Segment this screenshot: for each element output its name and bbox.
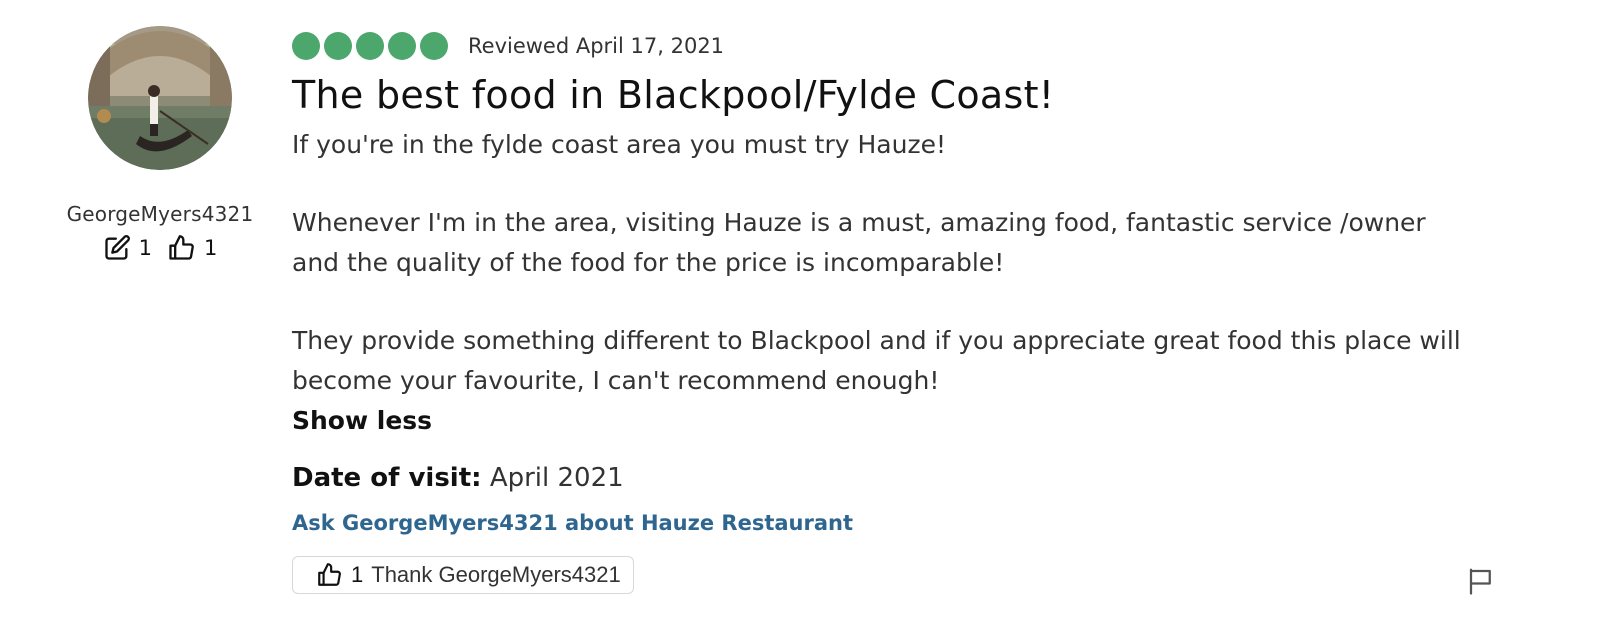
rating-bubble-icon [324,32,352,60]
date-of-visit-value: April 2021 [489,463,624,493]
contributions-count: 1 [138,236,152,260]
rating-bubble-icon [388,32,416,60]
reviewer-profile: GeorgeMyers4321 1 1 [60,26,260,262]
rating-bubble-icon [292,32,320,60]
rating-bubble-icon [356,32,384,60]
review-card: Reviewed April 17, 2021 The best food in… [292,30,1552,594]
date-of-visit: Date of visit: April 2021 [292,458,1552,498]
contributions-stat: 1 [103,234,152,262]
ask-reviewer-link[interactable]: Ask GeorgeMyers4321 about Hauze Restaura… [292,508,853,538]
reviewer-stats: 1 1 [60,234,260,262]
review-title[interactable]: The best food in Blackpool/Fylde Coast! [292,71,1552,119]
avatar[interactable] [88,26,232,170]
thumbs-up-icon [169,235,194,260]
review-body: If you're in the fylde coast area you mu… [292,125,1472,441]
reviewer-username[interactable]: GeorgeMyers4321 [60,202,260,226]
review-paragraph: Whenever I'm in the area, visiting Hauze… [292,208,1426,277]
helpful-votes-stat: 1 [166,234,217,262]
thank-count: 1 [351,562,364,587]
thumbs-up-icon [318,563,341,586]
edit-icon [104,235,130,260]
reviewed-date: Reviewed April 17, 2021 [468,34,725,58]
thank-label: Thank GeorgeMyers4321 [371,562,621,587]
review-paragraph: They provide something different to Blac… [292,326,1461,395]
rating-bubble-icon [420,32,448,60]
date-of-visit-label: Date of visit: [292,463,482,493]
show-less-button[interactable]: Show less [292,401,1472,441]
thank-reviewer-button[interactable]: 1 Thank GeorgeMyers4321 [292,556,634,594]
rating-row: Reviewed April 17, 2021 [292,30,1552,62]
bubble-rating [292,32,448,60]
helpful-votes-count: 1 [204,236,218,260]
report-flag-icon[interactable] [1466,566,1496,596]
review-paragraph: If you're in the fylde coast area you mu… [292,130,946,159]
